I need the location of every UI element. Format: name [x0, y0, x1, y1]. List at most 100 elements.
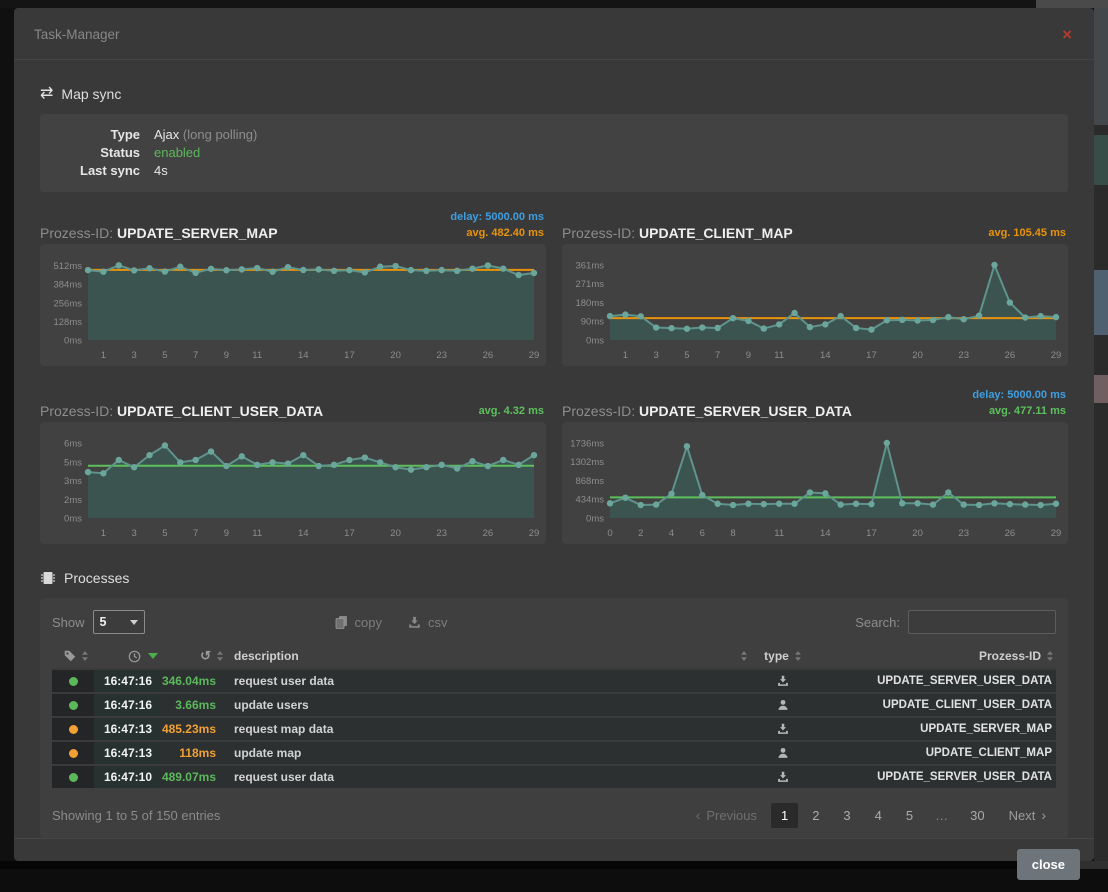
processes-toolbar: Show 5 copy — [52, 608, 1056, 636]
processes-heading: Processes — [40, 570, 1068, 586]
chart-panel: 0ms128ms256ms384ms512ms13579111417202326… — [40, 244, 546, 366]
page-button-30[interactable]: 30 — [960, 803, 994, 828]
download-icon — [777, 675, 789, 687]
svg-text:7: 7 — [193, 350, 198, 361]
column-header-type[interactable]: type — [754, 649, 812, 663]
sort-icon — [216, 650, 224, 662]
info-row-status: Status enabled — [54, 144, 1054, 162]
time-cell: 16:47:10 — [94, 766, 160, 788]
chevron-left-icon: ‹ — [696, 807, 701, 823]
info-row-last-sync: Last sync 4s — [54, 162, 1054, 180]
svg-text:271ms: 271ms — [575, 279, 604, 290]
svg-text:26: 26 — [1005, 528, 1016, 539]
status-dot — [69, 749, 78, 758]
svg-text:11: 11 — [252, 350, 262, 361]
svg-text:11: 11 — [252, 528, 262, 539]
info-label: Type — [54, 126, 154, 144]
page-button-3[interactable]: 3 — [833, 803, 860, 828]
svg-text:1: 1 — [101, 350, 106, 361]
column-header-description[interactable]: description — [224, 649, 754, 663]
svg-text:20: 20 — [912, 528, 923, 539]
previous-page-button[interactable]: ‹Previous — [686, 802, 767, 828]
svg-text:90ms: 90ms — [581, 317, 604, 328]
chart-update-client-map: Prozess-ID: UPDATE_CLIENT_MAP avg. 105.4… — [562, 208, 1068, 366]
copy-icon — [335, 615, 348, 629]
description-cell: request user data — [224, 670, 754, 692]
status-value: enabled — [154, 144, 200, 162]
download-icon — [777, 723, 789, 735]
svg-text:1736ms: 1736ms — [570, 438, 604, 449]
history-icon: ↺ — [200, 648, 211, 664]
type-cell — [754, 718, 812, 740]
column-header-prozess-id[interactable]: Prozess-ID — [812, 649, 1056, 663]
background-block — [1094, 375, 1108, 403]
csv-button[interactable]: csv — [408, 615, 448, 630]
show-label: Show — [52, 615, 85, 630]
status-dot — [69, 677, 78, 686]
svg-text:20: 20 — [390, 350, 401, 361]
task-manager-modal: Task-Manager × ⇄ Map sync Type Ajax (lon… — [14, 8, 1094, 861]
background-block — [1094, 8, 1108, 125]
svg-text:11: 11 — [774, 528, 784, 539]
prozess-id-cell: UPDATE_SERVER_MAP — [812, 718, 1056, 740]
clock-icon — [128, 650, 141, 663]
svg-text:29: 29 — [1051, 528, 1062, 539]
svg-text:0: 0 — [607, 528, 612, 539]
column-header-time[interactable] — [94, 650, 160, 663]
info-label: Status — [54, 144, 154, 162]
page-button-5[interactable]: 5 — [896, 803, 923, 828]
processes-title: Processes — [64, 570, 129, 586]
show-entries-select[interactable]: 5 — [93, 610, 145, 634]
processes-panel: Show 5 copy — [40, 598, 1068, 838]
page-button-4[interactable]: 4 — [865, 803, 892, 828]
table-row: 16:47:10489.07msrequest user dataUPDATE_… — [52, 764, 1056, 788]
svg-text:5: 5 — [684, 350, 689, 361]
chart-panel: 0ms2ms3ms5ms6ms1357911141720232629 — [40, 422, 546, 544]
copy-button[interactable]: copy — [335, 615, 382, 630]
svg-text:0ms: 0ms — [586, 514, 604, 525]
table-row: 16:47:16346.04msrequest user dataUPDATE_… — [52, 668, 1056, 692]
page-button-2[interactable]: 2 — [802, 803, 829, 828]
svg-text:8: 8 — [730, 528, 735, 539]
chart-delay-stat — [479, 387, 544, 403]
modal-header: Task-Manager × — [14, 8, 1094, 60]
show-entries-group: Show 5 — [52, 610, 145, 634]
svg-text:0ms: 0ms — [586, 336, 604, 347]
svg-text:3ms: 3ms — [64, 476, 82, 487]
description-header-label: description — [234, 649, 299, 663]
description-cell: request map data — [224, 718, 754, 740]
background-block — [1094, 135, 1108, 185]
svg-text:2: 2 — [638, 528, 643, 539]
svg-text:6: 6 — [700, 528, 705, 539]
close-button[interactable]: close — [1017, 849, 1080, 880]
next-page-button[interactable]: Next› — [999, 802, 1056, 828]
chart-delay-stat: delay: 5000.00 ms — [972, 387, 1066, 403]
svg-text:14: 14 — [298, 350, 309, 361]
chevron-down-icon — [130, 620, 138, 625]
search-input[interactable] — [908, 610, 1056, 634]
svg-text:20: 20 — [912, 350, 923, 361]
svg-text:23: 23 — [436, 528, 447, 539]
svg-text:1302ms: 1302ms — [570, 457, 604, 468]
svg-text:5: 5 — [162, 528, 167, 539]
page-button-1[interactable]: 1 — [771, 803, 798, 828]
prozess-id-cell: UPDATE_CLIENT_USER_DATA — [812, 694, 1056, 716]
download-icon — [777, 771, 789, 783]
modal-title: Task-Manager — [34, 27, 120, 42]
duration-cell: 485.23ms — [160, 718, 224, 740]
svg-text:9: 9 — [746, 350, 751, 361]
map-sync-title: Map sync — [61, 86, 121, 102]
chart-panel: 0ms434ms868ms1302ms1736ms024681114172023… — [562, 422, 1068, 544]
svg-text:23: 23 — [958, 350, 969, 361]
column-header-status[interactable] — [52, 650, 94, 662]
type-cell — [754, 694, 812, 716]
status-cell — [52, 718, 94, 740]
close-icon[interactable]: × — [1062, 28, 1072, 42]
last-sync-value: 4s — [154, 162, 168, 180]
status-dot — [69, 701, 78, 710]
svg-text:6ms: 6ms — [64, 439, 82, 450]
status-dot — [69, 725, 78, 734]
column-header-duration[interactable]: ↺ — [160, 648, 224, 664]
status-dot — [69, 773, 78, 782]
type-cell — [754, 670, 812, 692]
